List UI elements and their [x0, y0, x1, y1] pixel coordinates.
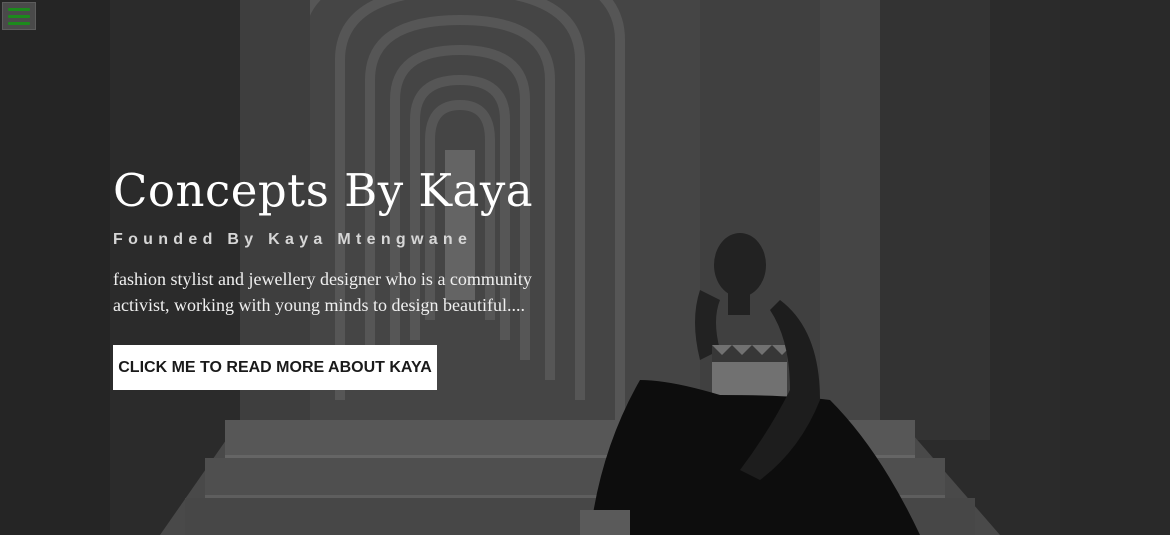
hamburger-icon-line	[8, 14, 30, 18]
hamburger-icon-line	[8, 21, 30, 25]
hero-content: Concepts By Kaya Founded By Kaya Mtengwa…	[113, 160, 633, 318]
hero-subtitle: Founded By Kaya Mtengwane	[113, 231, 473, 248]
hamburger-menu-button[interactable]	[2, 2, 36, 30]
read-more-button[interactable]: CLICK ME TO READ MORE ABOUT KAYA	[113, 345, 437, 390]
hero-description: fashion stylist and jewellery designer w…	[113, 269, 532, 315]
hero-section: Concepts By Kaya Founded By Kaya Mtengwa…	[0, 0, 1170, 535]
hamburger-icon-line	[8, 7, 30, 11]
hero-title: Concepts By Kaya	[113, 164, 534, 217]
